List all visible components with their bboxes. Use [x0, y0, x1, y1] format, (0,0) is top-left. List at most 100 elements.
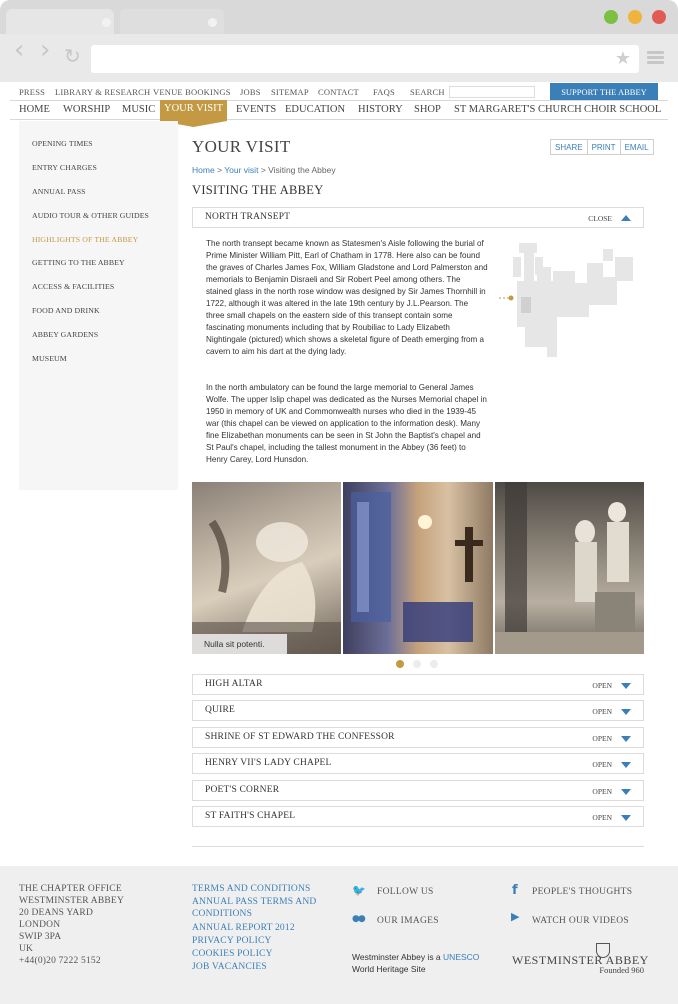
accordion-st-faiths-chapel[interactable]: ST FAITH'S CHAPEL OPEN — [192, 806, 644, 827]
chevron-down-icon[interactable] — [621, 789, 631, 795]
window-close-button[interactable] — [652, 10, 666, 24]
accordion-open-label[interactable]: OPEN — [592, 813, 612, 822]
chevron-down-icon[interactable] — [621, 709, 631, 715]
nav-choir-school[interactable]: CHOIR SCHOOL — [584, 104, 661, 115]
window-minimize-button[interactable] — [628, 10, 642, 24]
util-link-faqs[interactable]: FAQS — [373, 87, 395, 97]
accordion-shrine[interactable]: SHRINE OF ST EDWARD THE CONFESSOR OPEN — [192, 727, 644, 748]
accordion-quire[interactable]: QUIRE OPEN — [192, 700, 644, 721]
back-icon[interactable]: ‹ — [14, 37, 24, 63]
footer-link-annual-pass-terms-cont[interactable]: CONDITIONS — [192, 909, 252, 919]
breadcrumb-separator: > — [260, 165, 266, 175]
util-link-jobs[interactable]: JOBS — [240, 87, 261, 97]
email-button[interactable]: EMAIL — [621, 140, 653, 154]
accordion-open-label[interactable]: OPEN — [592, 787, 612, 796]
address-line: UK — [19, 944, 34, 954]
accordion-open-label[interactable]: OPEN — [592, 681, 612, 690]
our-images-link[interactable]: OUR IMAGES — [377, 916, 439, 926]
utility-bar: PRESS LIBRARY & RESEARCH VENUE BOOKINGS … — [0, 82, 678, 101]
sidebar-item-highlights[interactable]: HIGHLIGHTS OF THE ABBEY — [32, 235, 138, 244]
reload-icon[interactable]: ↻ — [64, 46, 81, 66]
util-link-library[interactable]: LIBRARY & RESEARCH — [55, 87, 150, 97]
share-button[interactable]: SHARE — [551, 140, 588, 154]
window-maximize-button[interactable] — [604, 10, 618, 24]
chevron-down-icon[interactable] — [621, 736, 631, 742]
gallery-photo-statues[interactable] — [494, 482, 644, 654]
gallery-photo-chapel[interactable] — [343, 482, 493, 654]
print-button[interactable]: PRINT — [588, 140, 621, 154]
chevron-up-icon[interactable] — [621, 215, 631, 221]
util-link-press[interactable]: PRESS — [19, 87, 45, 97]
sidebar-item-access[interactable]: ACCESS & FACILITIES — [32, 282, 114, 291]
monument-sculpture-image — [192, 519, 342, 654]
twitter-icon[interactable]: 🐦 — [352, 884, 366, 897]
nav-music[interactable]: MUSIC — [122, 104, 155, 115]
search-input[interactable] — [449, 86, 535, 98]
footer-link-cookies[interactable]: COOKIES POLICY — [192, 949, 273, 959]
util-link-venue-bookings[interactable]: VENUE BOOKINGS — [153, 87, 231, 97]
facebook-icon[interactable]: f — [512, 883, 518, 898]
forward-icon[interactable]: › — [40, 37, 50, 63]
accordion-high-altar[interactable]: HIGH ALTAR OPEN — [192, 674, 644, 695]
unesco-link[interactable]: UNESCO — [443, 952, 479, 962]
nav-worship[interactable]: WORSHIP — [63, 104, 110, 115]
footer-link-privacy[interactable]: PRIVACY POLICY — [192, 936, 272, 946]
sidebar-item-museum[interactable]: MUSEUM — [32, 354, 67, 363]
footer-link-terms[interactable]: TERMS AND CONDITIONS — [192, 884, 311, 894]
image-gallery[interactable]: Nulla sit potenti. — [192, 482, 644, 654]
nav-shop[interactable]: SHOP — [414, 104, 441, 115]
util-link-sitemap[interactable]: SITEMAP — [271, 87, 309, 97]
watch-our-videos-link[interactable]: WATCH OUR VIDEOS — [532, 916, 629, 926]
peoples-thoughts-link[interactable]: PEOPLE'S THOUGHTS — [532, 887, 632, 897]
address-bar[interactable]: ★ — [91, 45, 639, 73]
browser-tab[interactable] — [120, 9, 224, 35]
westminster-abbey-logo[interactable]: WESTMINSTER ABBEY Founded 960 — [512, 943, 648, 975]
unesco-notice: Westminster Abbey is a UNESCO World Heri… — [352, 951, 492, 975]
bookmark-star-icon[interactable]: ★ — [615, 48, 631, 69]
chevron-down-icon[interactable] — [621, 762, 631, 768]
footer-link-annual-pass-terms[interactable]: ANNUAL PASS TERMS AND — [192, 897, 316, 907]
gallery-dot-3[interactable] — [430, 660, 438, 668]
accordion-open-label[interactable]: OPEN — [592, 707, 612, 716]
tab-close-icon[interactable] — [102, 18, 111, 27]
sidebar-item-annual-pass[interactable]: ANNUAL PASS — [32, 187, 86, 196]
accordion-header-north-transept[interactable]: NORTH TRANSEPT CLOSE — [192, 207, 644, 228]
accordion-poets-corner[interactable]: POET'S CORNER OPEN — [192, 780, 644, 801]
sidebar-item-audio-tour[interactable]: AUDIO TOUR & OTHER GUIDES — [32, 211, 149, 220]
nav-st-margarets[interactable]: ST MARGARET'S CHURCH — [454, 104, 582, 115]
youtube-icon[interactable]: ▶ — [511, 910, 519, 923]
accordion-title: POET'S CORNER — [205, 785, 280, 795]
accordion-close-label[interactable]: CLOSE — [588, 214, 612, 223]
flickr-icon[interactable]: ●● — [352, 914, 366, 924]
footer-link-annual-report[interactable]: ANNUAL REPORT 2012 — [192, 923, 295, 933]
chevron-down-icon[interactable] — [621, 815, 631, 821]
support-the-abbey-button[interactable]: SUPPORT THE ABBEY — [550, 83, 658, 101]
accordion-open-label[interactable]: OPEN — [592, 760, 612, 769]
sidebar-item-getting-to[interactable]: GETTING TO THE ABBEY — [32, 258, 125, 267]
gallery-photo-monument[interactable]: Nulla sit potenti. — [192, 482, 342, 654]
util-link-contact[interactable]: CONTACT — [318, 87, 359, 97]
nav-history[interactable]: HISTORY — [358, 104, 403, 115]
nav-education[interactable]: EDUCATION — [285, 104, 345, 115]
accordion-lady-chapel[interactable]: HENRY VII'S LADY CHAPEL OPEN — [192, 753, 644, 774]
sidebar-item-food[interactable]: FOOD AND DRINK — [32, 306, 100, 315]
accordion-open-label[interactable]: OPEN — [592, 734, 612, 743]
sidebar-item-gardens[interactable]: ABBEY GARDENS — [32, 330, 98, 339]
gallery-dot-2[interactable] — [413, 660, 421, 668]
browser-toolbar: ‹ › ↻ ★ — [0, 34, 678, 82]
footer-link-jobs[interactable]: JOB VACANCIES — [192, 962, 267, 972]
tab-close-icon[interactable] — [208, 18, 217, 27]
browser-tab-active[interactable] — [6, 9, 114, 35]
nav-events[interactable]: EVENTS — [236, 104, 276, 115]
phone-number[interactable]: +44(0)20 7222 5152 — [19, 956, 101, 966]
nav-home[interactable]: HOME — [19, 104, 50, 115]
chevron-down-icon[interactable] — [621, 683, 631, 689]
sidebar-item-entry-charges[interactable]: ENTRY CHARGES — [32, 163, 97, 172]
gallery-dot-1[interactable] — [396, 660, 404, 668]
breadcrumb-your-visit[interactable]: Your visit — [224, 165, 258, 175]
breadcrumb-home[interactable]: Home — [192, 165, 215, 175]
gallery-caption: Nulla sit potenti. — [192, 634, 287, 654]
sidebar-item-opening-times[interactable]: OPENING TIMES — [32, 139, 93, 148]
menu-icon[interactable] — [647, 51, 664, 65]
follow-us-link[interactable]: FOLLOW US — [377, 887, 434, 897]
